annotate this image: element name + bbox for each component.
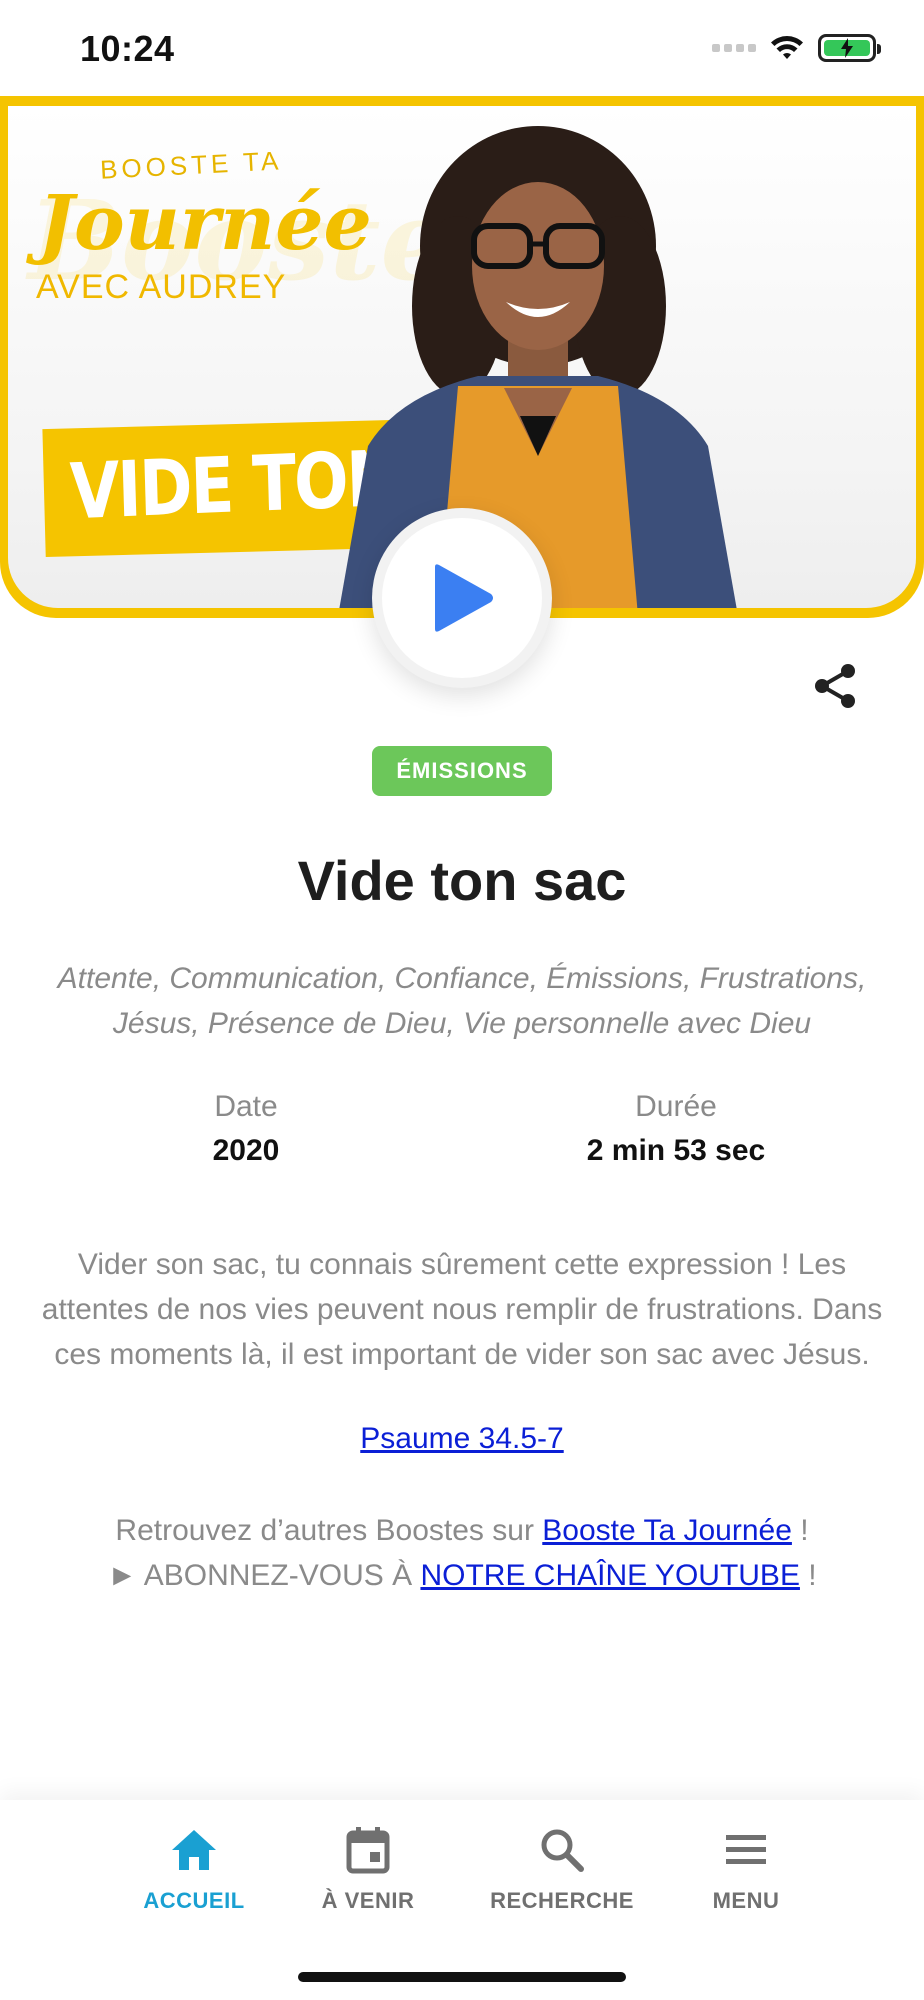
- episode-description: Vider son sac, tu connais sûrement cette…: [41, 1248, 883, 1371]
- home-icon: [104, 1822, 284, 1878]
- status-bar: 10:24: [0, 0, 924, 100]
- share-icon: [815, 664, 855, 708]
- calendar-icon: [278, 1822, 458, 1878]
- duration-info: Durée 2 min 53 sec: [526, 1090, 826, 1168]
- status-time: 10:24: [80, 28, 175, 69]
- play-button[interactable]: [372, 508, 552, 688]
- category-badge[interactable]: ÉMISSIONS: [372, 746, 552, 796]
- promo-line-boostes-suffix: !: [791, 1514, 809, 1547]
- scripture-reference: Psaume 34.5-7: [0, 1422, 924, 1456]
- wifi-icon: [771, 36, 803, 59]
- nav-item-menu[interactable]: MENU: [656, 1822, 836, 1914]
- share-button[interactable]: [812, 662, 860, 710]
- booste-ta-journee-link[interactable]: Booste Ta Journée: [542, 1514, 792, 1547]
- status-icons: [712, 34, 881, 62]
- nav-label-home: ACCUEIL: [143, 1888, 245, 1913]
- nav-label-upcoming: À VENIR: [321, 1888, 415, 1913]
- date-label: Date: [214, 1090, 278, 1123]
- duration-label: Durée: [635, 1090, 717, 1123]
- cellular-signal-icon: [712, 44, 756, 52]
- search-icon: [472, 1822, 652, 1878]
- promo-line-boostes: Retrouvez d’autres Boostes sur Booste Ta…: [0, 1508, 924, 1553]
- promo-line-youtube-prefix: ► ABONNEZ-VOUS À: [107, 1559, 421, 1592]
- nav-label-search: RECHERCHE: [490, 1888, 634, 1913]
- date-value: 2020: [212, 1134, 280, 1167]
- battery-icon: [818, 34, 881, 62]
- nav-item-home[interactable]: ACCUEIL: [104, 1822, 284, 1914]
- brand-host-label: AVEC AUDREY: [36, 268, 287, 306]
- scripture-link[interactable]: Psaume 34.5-7: [360, 1422, 563, 1455]
- promo-line-youtube: ► ABONNEZ-VOUS À NOTRE CHAÎNE YOUTUBE !: [0, 1553, 924, 1598]
- episode-tags: Attente, Communication, Confiance, Émiss…: [57, 962, 867, 1040]
- hamburger-menu-icon: [656, 1822, 836, 1878]
- promo-text: Retrouvez d’autres Boostes sur Booste Ta…: [0, 1508, 924, 1598]
- play-icon: [435, 564, 493, 632]
- bottom-navigation: ACCUEIL À VENIR RECHERCHE MENU: [0, 1800, 924, 2000]
- promo-line-youtube-suffix: !: [799, 1559, 817, 1592]
- episode-title: Vide ton sac: [297, 849, 627, 912]
- promo-line-boostes-prefix: Retrouvez d’autres Boostes sur: [115, 1514, 543, 1547]
- nav-item-upcoming[interactable]: À VENIR: [278, 1822, 458, 1914]
- youtube-channel-link[interactable]: NOTRE CHAÎNE YOUTUBE: [420, 1559, 800, 1592]
- nav-item-search[interactable]: RECHERCHE: [472, 1822, 652, 1914]
- home-indicator[interactable]: [298, 1972, 626, 1982]
- host-portrait-illustration: [339, 126, 737, 608]
- nav-label-menu: MENU: [712, 1888, 780, 1913]
- duration-value: 2 min 53 sec: [586, 1134, 766, 1167]
- date-info: Date 2020: [96, 1090, 396, 1168]
